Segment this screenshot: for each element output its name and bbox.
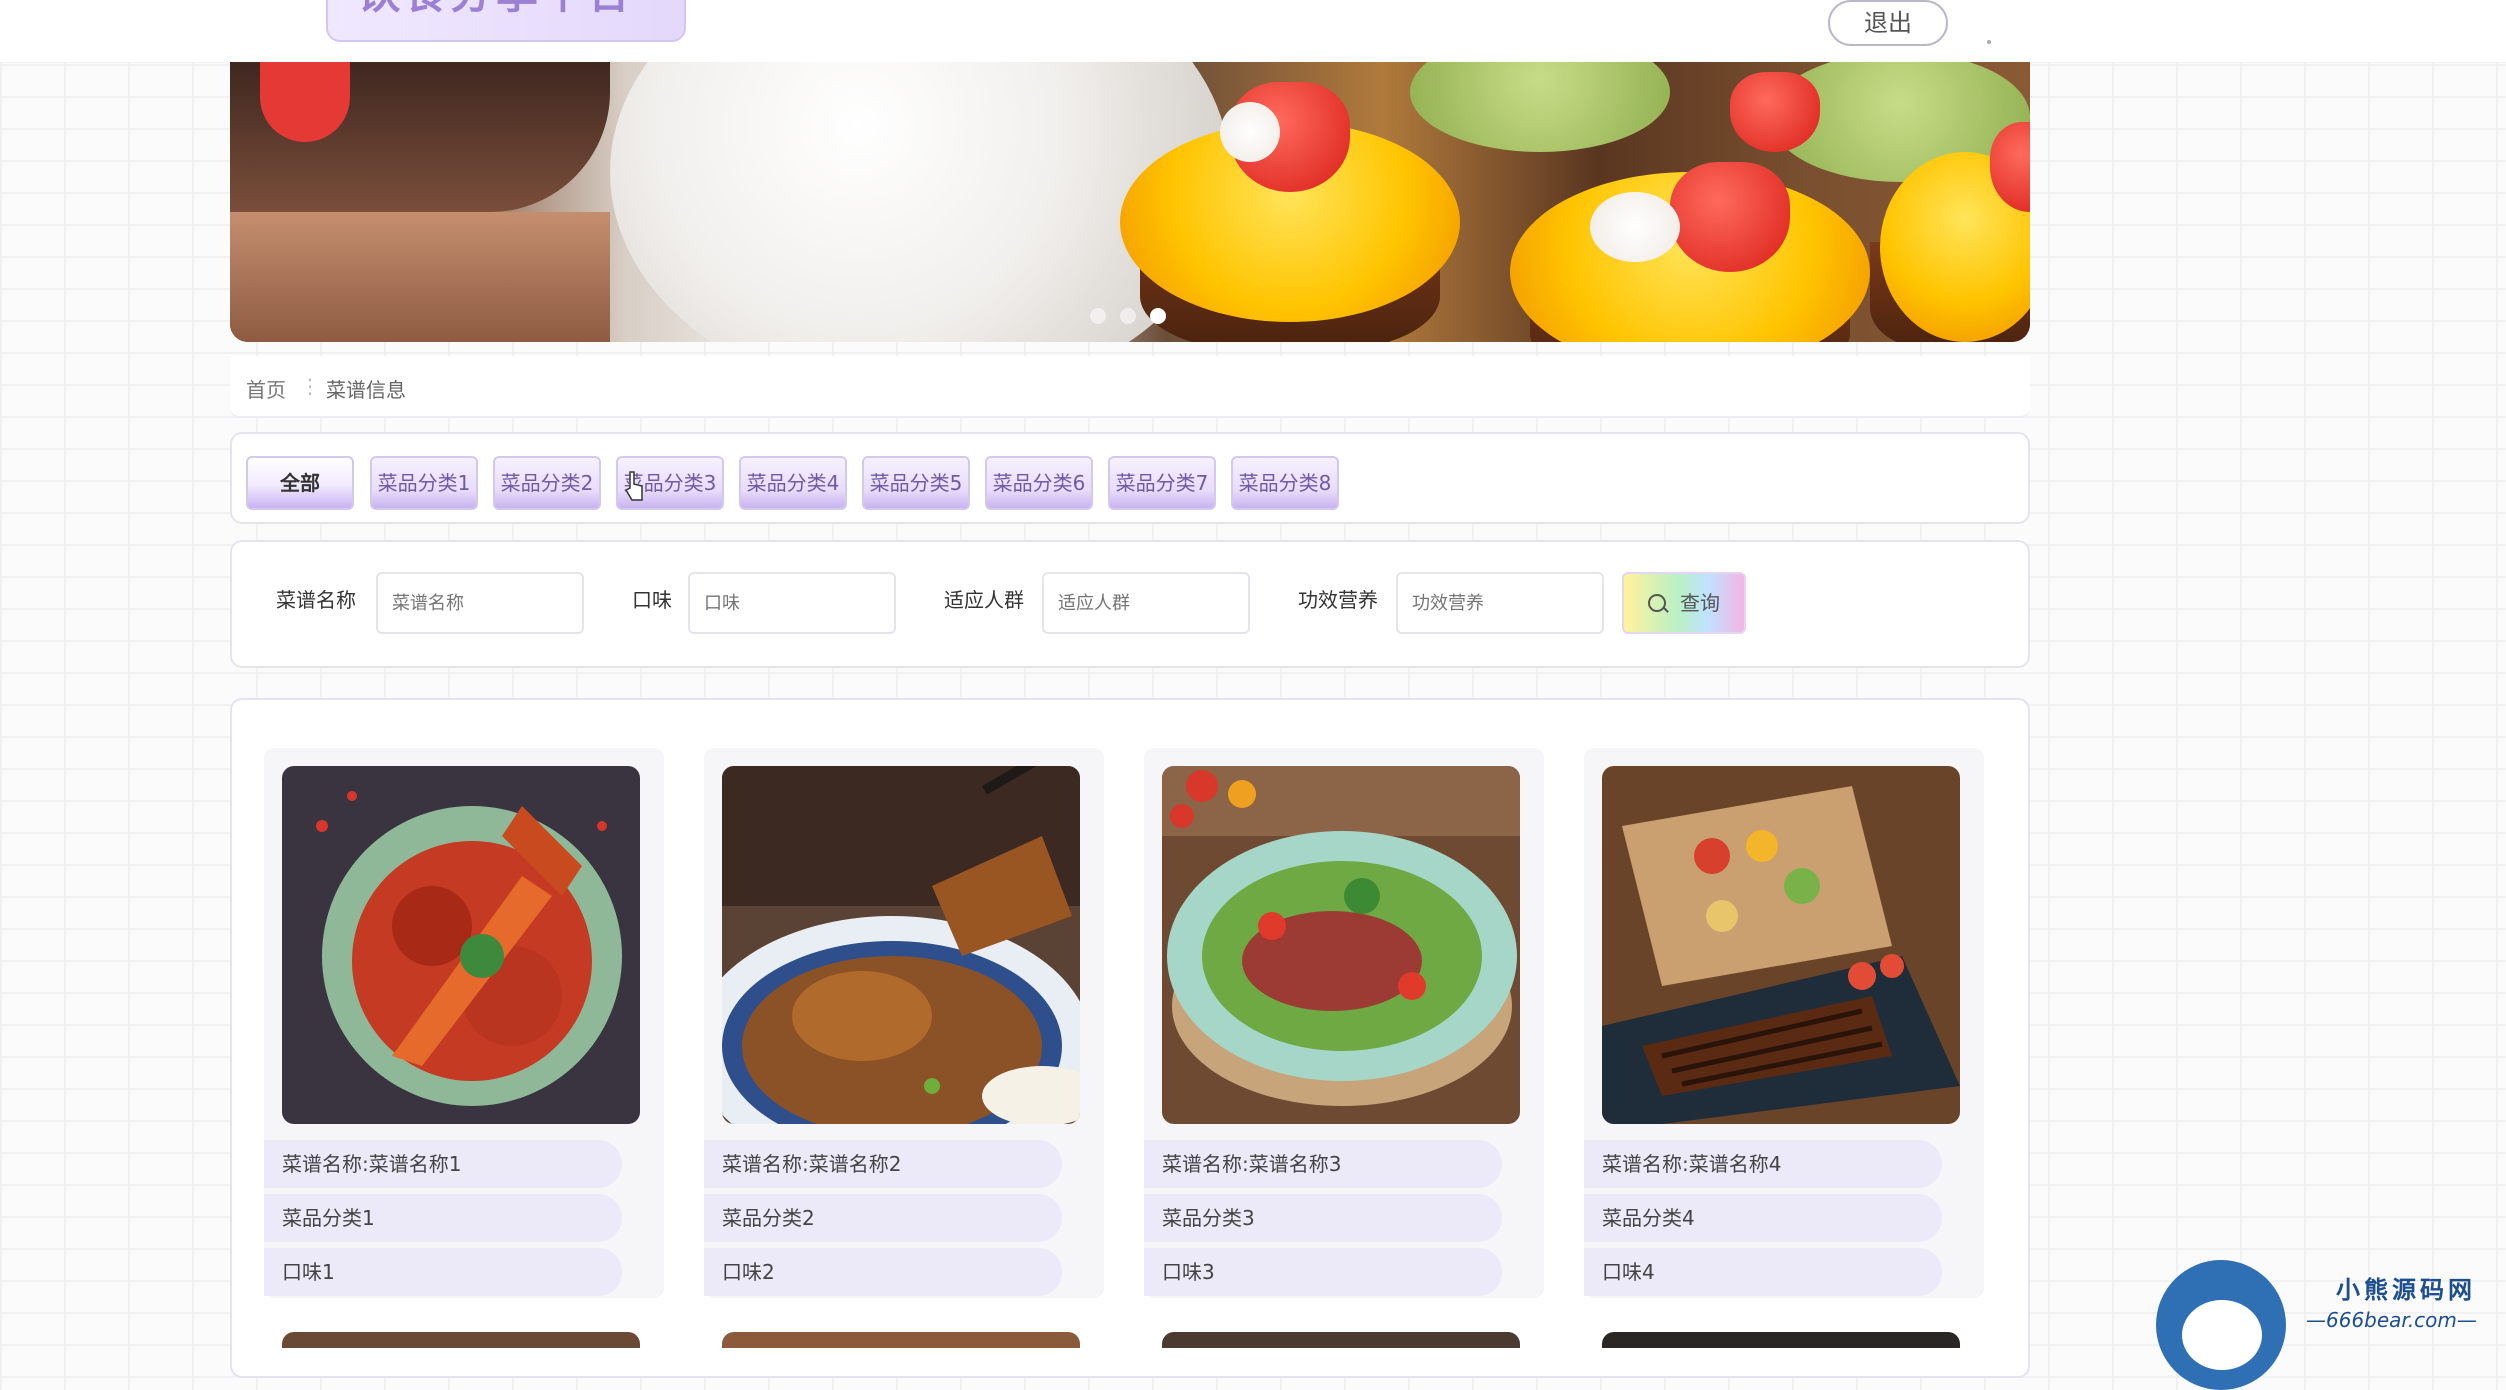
recipe-category-4: 菜品分类4 <box>1584 1194 1942 1242</box>
recipe-list-panel: 菜谱名称:菜谱名称1 菜品分类1 口味1 菜谱名称:菜谱名称2 菜品分类2 口味… <box>230 698 2030 1378</box>
search-label-name: 菜谱名称 <box>276 588 356 612</box>
recipe-image-row2-2[interactable] <box>722 1332 1080 1348</box>
search-panel: 菜谱名称 口味 适应人群 功效营养 查询 <box>230 540 2030 668</box>
watermark: 小熊源码网 —666bear.com— <box>2156 1260 2506 1390</box>
recipe-card-3[interactable]: 菜谱名称:菜谱名称3 菜品分类3 口味3 <box>1144 748 1544 1298</box>
carousel-dot-2[interactable] <box>1120 308 1136 324</box>
recipe-card-2[interactable]: 菜谱名称:菜谱名称2 菜品分类2 口味2 <box>704 748 1104 1298</box>
recipe-image-row2-3[interactable] <box>1162 1332 1520 1348</box>
search-label-audience: 适应人群 <box>944 588 1024 612</box>
recipe-name-1: 菜谱名称:菜谱名称1 <box>264 1140 622 1188</box>
recipe-category-1: 菜品分类1 <box>264 1194 622 1242</box>
category-button-8[interactable]: 菜品分类8 <box>1231 456 1339 510</box>
audience-input[interactable] <box>1042 572 1250 634</box>
recipe-taste-4: 口味4 <box>1584 1248 1942 1296</box>
carousel-dot-3[interactable] <box>1150 308 1166 324</box>
recipe-category-2: 菜品分类2 <box>704 1194 1062 1242</box>
site-logo[interactable]: 饮食分享平台 <box>326 0 686 42</box>
category-button-1[interactable]: 菜品分类1 <box>370 456 478 510</box>
banner-carousel[interactable] <box>230 62 2030 342</box>
search-label-nutrition: 功效营养 <box>1298 588 1378 612</box>
mouse-cursor-icon <box>624 471 643 501</box>
category-button-2[interactable]: 菜品分类2 <box>493 456 601 510</box>
breadcrumb-separator: ⋮ <box>300 374 320 398</box>
recipe-image-beef-salad[interactable] <box>1162 766 1520 1124</box>
recipe-image-pork-rice[interactable] <box>722 766 1080 1124</box>
watermark-title: 小熊源码网 <box>2336 1276 2476 1304</box>
search-button-label: 查询 <box>1680 591 1720 615</box>
category-button-7[interactable]: 菜品分类7 <box>1108 456 1216 510</box>
site-title: 饮食分享平台 <box>358 0 634 21</box>
bear-logo-icon <box>2156 1260 2286 1390</box>
category-button-4[interactable]: 菜品分类4 <box>739 456 847 510</box>
breadcrumb-home[interactable]: 首页 <box>246 374 286 403</box>
recipe-image-row2-4[interactable] <box>1602 1332 1960 1348</box>
recipe-name-3: 菜谱名称:菜谱名称3 <box>1144 1140 1502 1188</box>
top-navbar: 饮食分享平台 退出 <box>0 0 2506 63</box>
recipe-card-1[interactable]: 菜谱名称:菜谱名称1 菜品分类1 口味1 <box>264 748 664 1298</box>
recipe-image-row2-1[interactable] <box>282 1332 640 1348</box>
carousel-dot-1[interactable] <box>1090 308 1106 324</box>
recipe-name-4: 菜谱名称:菜谱名称4 <box>1584 1140 1942 1188</box>
category-button-5[interactable]: 菜品分类5 <box>862 456 970 510</box>
category-button-6[interactable]: 菜品分类6 <box>985 456 1093 510</box>
search-button[interactable]: 查询 <box>1622 572 1746 634</box>
recipe-taste-3: 口味3 <box>1144 1248 1502 1296</box>
category-all-button[interactable]: 全部 <box>246 456 354 510</box>
divider-dot <box>1987 40 1991 44</box>
breadcrumb-current: 菜谱信息 <box>326 378 406 402</box>
recipe-taste-1: 口味1 <box>264 1248 622 1296</box>
search-label-taste: 口味 <box>632 588 672 612</box>
logout-button[interactable]: 退出 <box>1828 0 1948 46</box>
recipe-image-crayfish[interactable] <box>282 766 640 1124</box>
recipe-name-input[interactable] <box>376 572 584 634</box>
recipe-card-4[interactable]: 菜谱名称:菜谱名称4 菜品分类4 口味4 <box>1584 748 1984 1298</box>
nutrition-input[interactable] <box>1396 572 1604 634</box>
recipe-image-grilled-eel[interactable] <box>1602 766 1960 1124</box>
recipe-name-2: 菜谱名称:菜谱名称2 <box>704 1140 1062 1188</box>
search-icon <box>1648 594 1666 612</box>
breadcrumb: 首页 ⋮ 菜谱信息 <box>230 356 2030 418</box>
category-filter-panel: 全部 菜品分类1 菜品分类2 菜品分类3 菜品分类4 菜品分类5 菜品分类6 菜… <box>230 432 2030 524</box>
taste-input[interactable] <box>688 572 896 634</box>
recipe-category-3: 菜品分类3 <box>1144 1194 1502 1242</box>
recipe-taste-2: 口味2 <box>704 1248 1062 1296</box>
watermark-url: —666bear.com— <box>2306 1308 2477 1332</box>
